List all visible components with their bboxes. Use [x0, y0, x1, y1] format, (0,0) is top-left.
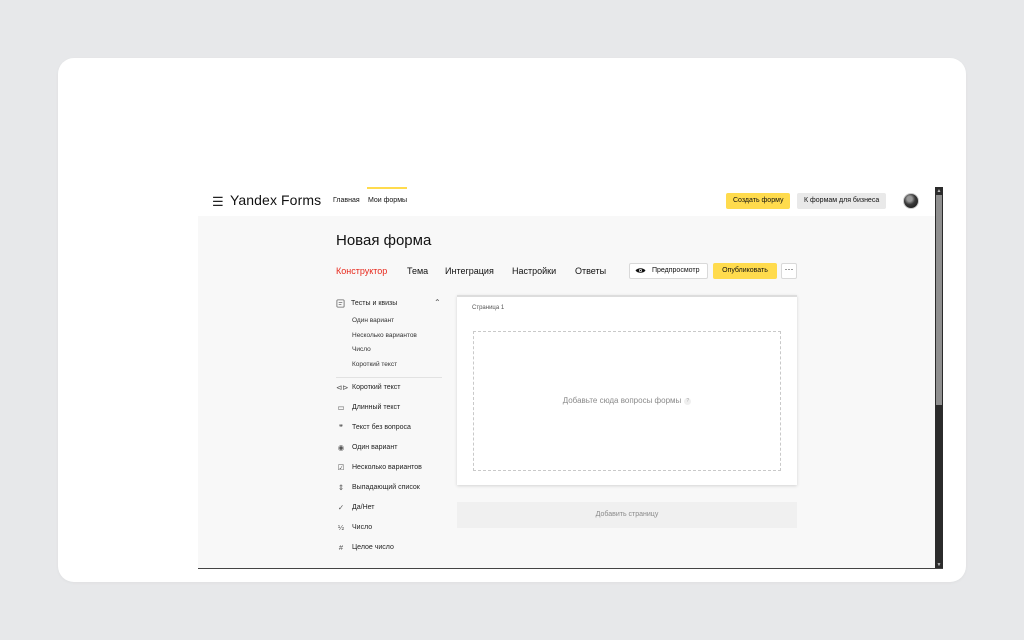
screenshot-card: ☰ Yandex Forms Главная Мои формы Создать…	[58, 58, 966, 582]
sidebar-item-label: Несколько вариантов	[352, 464, 422, 471]
sidebar-item-label: Текст без вопроса	[352, 424, 411, 431]
app-header: ☰ Yandex Forms Главная Мои формы Создать…	[198, 187, 935, 216]
preview-label: Предпросмотр	[652, 267, 700, 274]
sidebar-item-label: Да/Нет	[352, 504, 375, 511]
sidebar-item-long-text[interactable]: ▭ Длинный текст	[336, 403, 444, 413]
tab-integration[interactable]: Интеграция	[445, 266, 494, 276]
group-label: Тесты и квизы	[351, 300, 398, 307]
tab-theme[interactable]: Тема	[407, 266, 428, 276]
scroll-down-icon[interactable]: ▼	[935, 561, 943, 568]
nav-active-indicator	[367, 187, 407, 189]
nav-my-forms[interactable]: Мои формы	[368, 197, 407, 204]
sidebar-item-text-no-question[interactable]: ❞ Текст без вопроса	[336, 423, 444, 433]
checkbox-icon: ☑	[337, 463, 345, 472]
business-forms-button[interactable]: К формам для бизнеса	[797, 193, 887, 209]
sidebar-item-short-text[interactable]: ⊲⊳ Короткий текст	[336, 383, 444, 393]
form-page-card: Страница 1 Добавьте сюда вопросы формы?	[457, 295, 797, 485]
browser-viewport: ☰ Yandex Forms Главная Мои формы Создать…	[198, 187, 943, 569]
brand-logo[interactable]: Yandex Forms	[230, 192, 321, 208]
page-label: Страница 1	[472, 305, 505, 311]
sidebar-item-single-choice[interactable]: ◉ Один вариант	[336, 443, 444, 453]
dropzone-text: Добавьте сюда вопросы формы	[562, 396, 682, 405]
hash-icon: #	[338, 543, 344, 552]
radio-icon: ◉	[337, 443, 345, 452]
quiz-single-choice[interactable]: Один вариант	[352, 317, 394, 324]
dropdown-icon: ⇕	[337, 483, 345, 492]
preview-button[interactable]: Предпросмотр	[629, 263, 708, 279]
create-form-button[interactable]: Создать форму	[726, 193, 791, 209]
sidebar-item-multiple-choice[interactable]: ☑ Несколько вариантов	[336, 463, 444, 473]
long-text-icon: ▭	[337, 403, 345, 412]
tab-constructor[interactable]: Конструктор	[336, 266, 387, 276]
quote-icon: ❞	[338, 423, 344, 432]
page-title[interactable]: Новая форма	[336, 232, 431, 249]
publish-button[interactable]: Опубликовать	[713, 263, 777, 279]
more-options-button[interactable]: ···	[781, 263, 797, 279]
user-avatar[interactable]	[903, 193, 919, 209]
short-text-icon: ⊲⊳	[336, 383, 349, 392]
scroll-up-icon[interactable]: ▲	[935, 187, 943, 195]
sidebar-item-label: Короткий текст	[352, 384, 401, 391]
sidebar-item-label: Выпадающий список	[352, 484, 420, 491]
tab-settings[interactable]: Настройки	[512, 266, 556, 276]
eye-icon	[635, 268, 646, 273]
questions-dropzone[interactable]: Добавьте сюда вопросы формы?	[473, 331, 781, 471]
chevron-up-icon[interactable]: ⌃	[434, 298, 441, 307]
dropzone-hint: Добавьте сюда вопросы формы?	[474, 396, 780, 405]
help-icon[interactable]: ?	[684, 398, 692, 405]
quiz-short-text[interactable]: Короткий текст	[352, 361, 397, 368]
hamburger-menu-icon[interactable]: ☰	[212, 195, 224, 208]
sidebar-item-integer[interactable]: # Целое число	[336, 543, 444, 553]
check-icon: ✓	[337, 503, 345, 512]
nav-home[interactable]: Главная	[333, 197, 360, 204]
sidebar-divider	[336, 377, 442, 378]
vertical-scrollbar[interactable]: ▲ ▼	[935, 187, 943, 568]
sidebar-item-number[interactable]: ½ Число	[336, 523, 444, 533]
quiz-number[interactable]: Число	[352, 346, 371, 353]
tab-answers[interactable]: Ответы	[575, 266, 606, 276]
sidebar-item-label: Число	[352, 524, 373, 531]
quiz-multiple-choice[interactable]: Несколько вариантов	[352, 332, 417, 339]
sidebar-item-label: Один вариант	[352, 444, 398, 451]
scroll-thumb[interactable]	[936, 195, 942, 405]
sidebar-item-yes-no[interactable]: ✓ Да/Нет	[336, 503, 444, 513]
add-page-button[interactable]: Добавить страницу	[457, 502, 797, 528]
sidebar-item-label: Целое число	[352, 544, 394, 551]
fraction-icon: ½	[337, 523, 345, 532]
quiz-icon	[336, 299, 345, 308]
sidebar-item-dropdown[interactable]: ⇕ Выпадающий список	[336, 483, 444, 493]
sidebar-item-label: Длинный текст	[352, 404, 401, 411]
